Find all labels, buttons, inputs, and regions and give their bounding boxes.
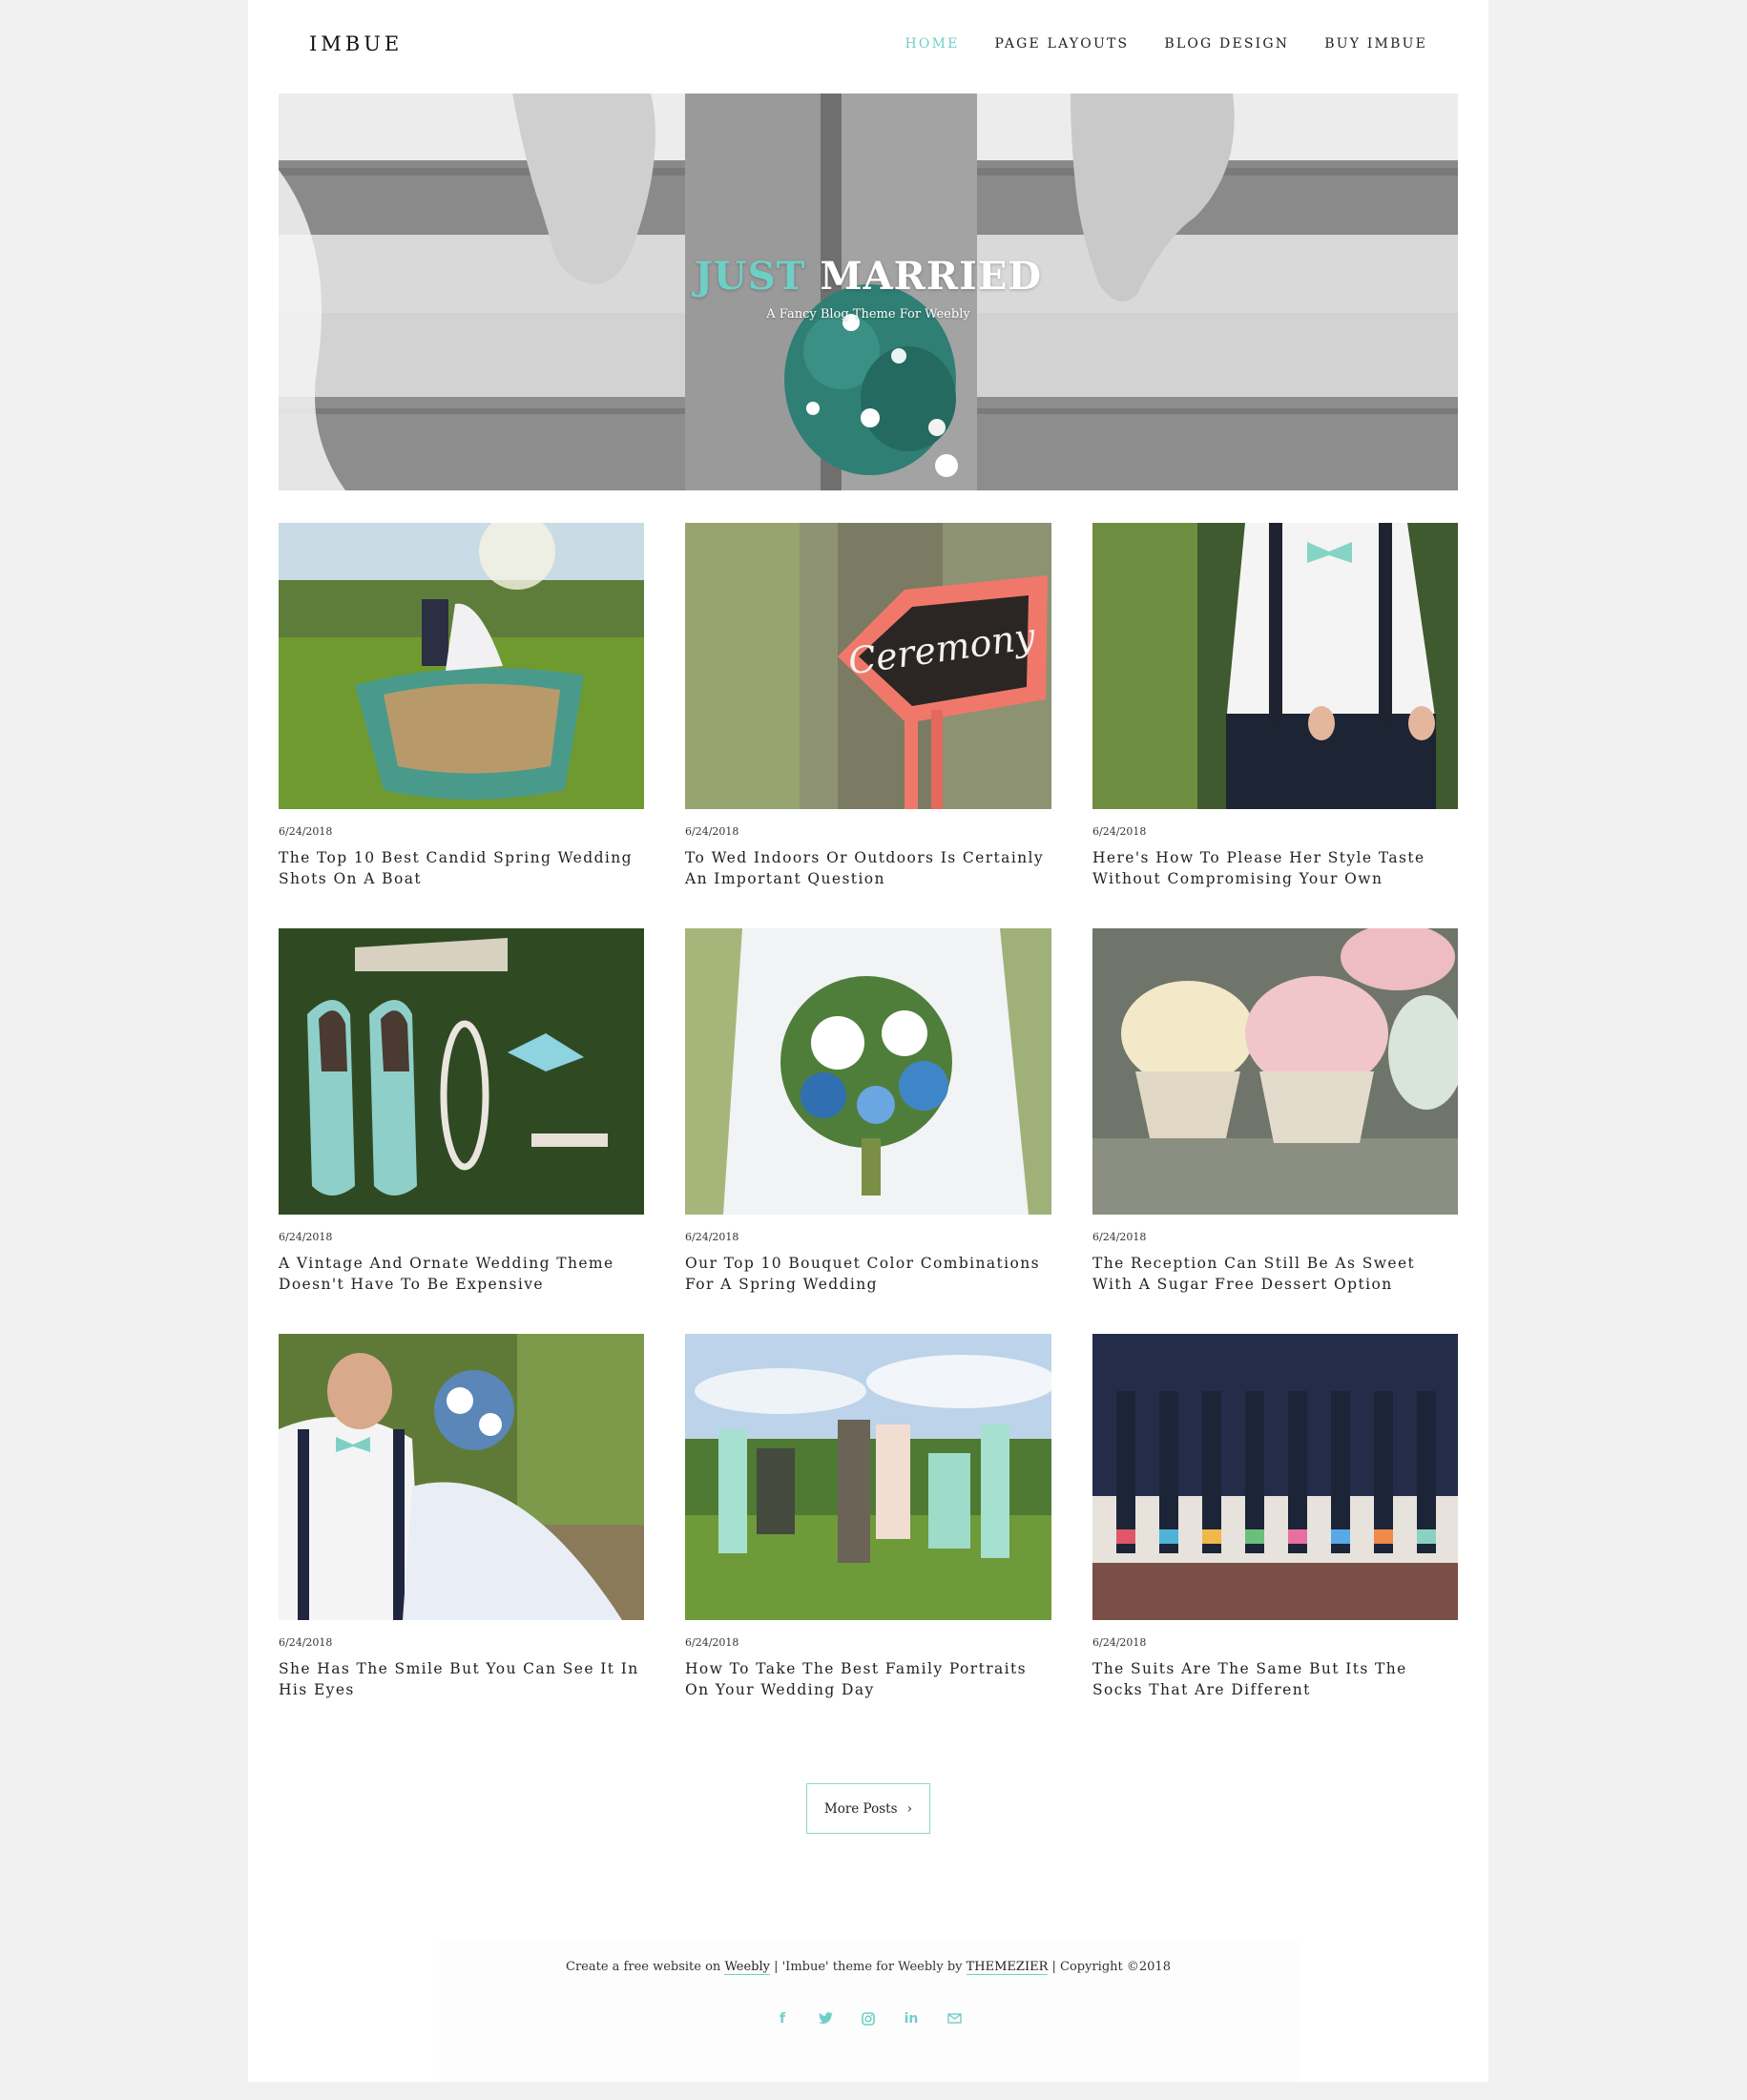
post-card[interactable]: 6/24/2018 Our Top 10 Bouquet Color Combi…: [685, 928, 1051, 1334]
post-image-family[interactable]: [685, 1334, 1051, 1620]
chevron-right-icon: ›: [906, 1800, 913, 1817]
hero-subtitle: A Fancy Blog Theme For Weebly: [766, 307, 970, 322]
post-card[interactable]: 6/24/2018 Here's How To Please Her Style…: [1092, 523, 1458, 928]
post-card[interactable]: 6/24/2018 A Vintage And Ornate Wedding T…: [279, 928, 644, 1334]
nav-blog-design[interactable]: BLOG DESIGN: [1164, 36, 1289, 52]
more-posts-label: More Posts: [823, 1800, 898, 1817]
linkedin-icon[interactable]: in: [903, 2009, 921, 2027]
post-date: 6/24/2018: [1092, 1636, 1147, 1649]
post-date: 6/24/2018: [685, 825, 739, 838]
weebly-link[interactable]: Weebly: [724, 1960, 770, 1975]
post-card[interactable]: Ceremony 6/24/2018 To Wed Indoors Or Out…: [685, 523, 1051, 928]
footer-credits: Create a free website on Weebly | 'Imbue…: [439, 1960, 1298, 1975]
post-date: 6/24/2018: [279, 825, 333, 838]
footer-text-3: | Copyright ©2018: [1051, 1960, 1171, 1974]
post-title[interactable]: Our Top 10 Bouquet Color Combinations Fo…: [685, 1253, 1048, 1295]
post-card[interactable]: 6/24/2018 The Reception Can Still Be As …: [1092, 928, 1458, 1334]
page: IMBUE HOME PAGE LAYOUTS BLOG DESIGN BUY …: [248, 0, 1488, 2082]
post-date: 6/24/2018: [1092, 825, 1147, 838]
post-date: 6/24/2018: [685, 1231, 739, 1243]
footer-text-2: | 'Imbue' theme for Weebly by: [769, 1960, 963, 1974]
main-nav: HOME PAGE LAYOUTS BLOG DESIGN BUY IMBUE: [905, 36, 1427, 52]
post-title[interactable]: How To Take The Best Family Portraits On…: [685, 1658, 1048, 1700]
footer-text-1: Create a free website on: [566, 1960, 721, 1974]
nav-page-layouts[interactable]: PAGE LAYOUTS: [995, 36, 1130, 52]
hero-title: JUST MARRIED: [279, 254, 1458, 299]
social-links: f in: [439, 2009, 1298, 2027]
post-image-boat[interactable]: [279, 523, 644, 809]
hero-title-rest: MARRIED: [820, 254, 1043, 299]
post-title[interactable]: She Has The Smile But You Can See It In …: [279, 1658, 641, 1700]
mail-icon[interactable]: [946, 2009, 964, 2027]
post-image-ceremony-sign[interactable]: Ceremony: [685, 523, 1051, 809]
post-card[interactable]: 6/24/2018 The Top 10 Best Candid Spring …: [279, 523, 644, 928]
hero-title-accent: JUST: [694, 254, 806, 299]
more-posts-button[interactable]: More Posts ›: [806, 1783, 930, 1834]
themezier-link[interactable]: THEMEZIER: [966, 1960, 1049, 1975]
post-image-couple[interactable]: [279, 1334, 644, 1620]
post-card[interactable]: 6/24/2018 The Suits Are The Same But Its…: [1092, 1334, 1458, 1739]
post-image-shoes[interactable]: [279, 928, 644, 1215]
post-date: 6/24/2018: [1092, 1231, 1147, 1243]
twitter-icon[interactable]: [817, 2009, 835, 2027]
footer: Create a free website on Weebly | 'Imbue…: [439, 1939, 1298, 2082]
hero-banner: JUST MARRIED A Fancy Blog Theme For Weeb…: [279, 94, 1458, 490]
post-title[interactable]: The Suits Are The Same But Its The Socks…: [1092, 1658, 1455, 1700]
post-card[interactable]: 6/24/2018 How To Take The Best Family Po…: [685, 1334, 1051, 1739]
nav-buy-imbue[interactable]: BUY IMBUE: [1324, 36, 1427, 52]
post-grid: 6/24/2018 The Top 10 Best Candid Spring …: [279, 523, 1458, 1739]
facebook-icon[interactable]: f: [774, 2009, 792, 2027]
post-date: 6/24/2018: [685, 1636, 739, 1649]
post-image-suspenders[interactable]: [1092, 523, 1458, 809]
post-title[interactable]: The Top 10 Best Candid Spring Wedding Sh…: [279, 847, 641, 889]
instagram-icon[interactable]: [860, 2009, 878, 2027]
post-image-cupcakes[interactable]: [1092, 928, 1458, 1215]
post-title[interactable]: A Vintage And Ornate Wedding Theme Doesn…: [279, 1253, 641, 1295]
post-title[interactable]: To Wed Indoors Or Outdoors Is Certainly …: [685, 847, 1048, 889]
post-title[interactable]: Here's How To Please Her Style Taste Wit…: [1092, 847, 1455, 889]
post-card[interactable]: 6/24/2018 She Has The Smile But You Can …: [279, 1334, 644, 1739]
post-date: 6/24/2018: [279, 1231, 333, 1243]
nav-home[interactable]: HOME: [905, 36, 959, 52]
post-image-bouquet[interactable]: [685, 928, 1051, 1215]
post-image-socks[interactable]: [1092, 1334, 1458, 1620]
site-logo[interactable]: IMBUE: [309, 32, 403, 55]
post-date: 6/24/2018: [279, 1636, 333, 1649]
post-title[interactable]: The Reception Can Still Be As Sweet With…: [1092, 1253, 1455, 1295]
